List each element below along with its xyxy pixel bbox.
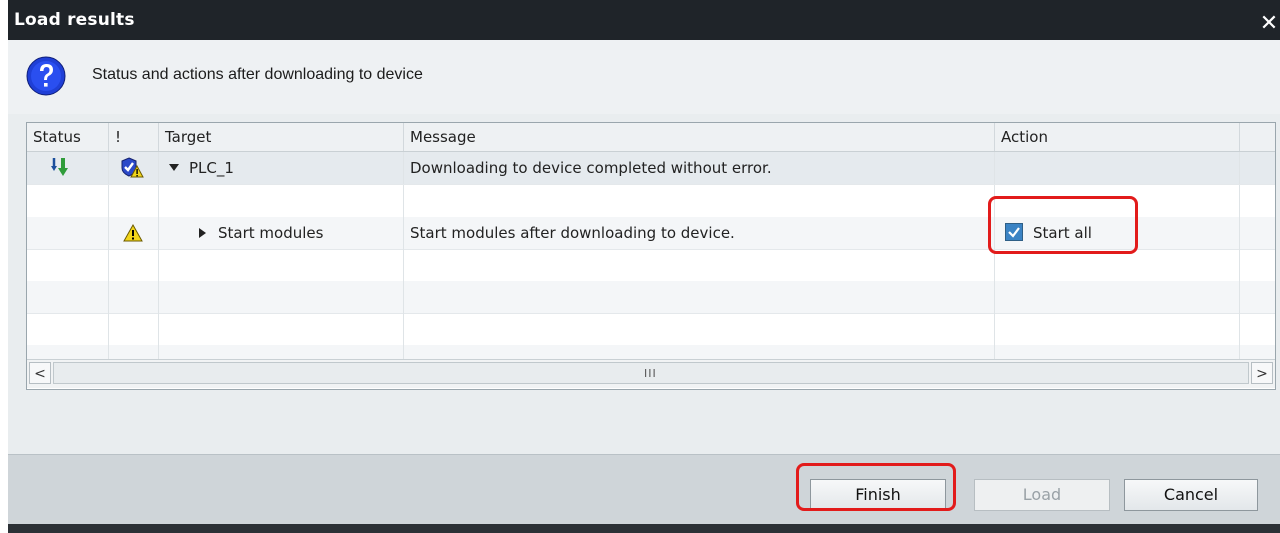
table-row[interactable] <box>27 345 1275 360</box>
status-cell <box>27 152 109 184</box>
table-row[interactable] <box>27 313 1275 346</box>
column-header-status[interactable]: Status <box>27 123 109 151</box>
table-row[interactable]: PLC_1 Downloading to device completed wi… <box>27 152 1275 185</box>
highlight-finish <box>796 463 956 511</box>
title-bar: Load results ✕ <box>8 0 1280 41</box>
target-cell[interactable]: Start modules <box>159 217 404 249</box>
scroll-right-icon[interactable]: > <box>1251 362 1273 384</box>
filler-cell <box>1240 185 1275 217</box>
dialog-footer: Finish Load Cancel <box>8 454 1280 525</box>
message-cell: Start modules after downloading to devic… <box>404 217 995 249</box>
flag-cell <box>109 185 159 217</box>
scroll-left-icon[interactable]: < <box>29 362 51 384</box>
flag-cell <box>109 152 159 184</box>
expand-arrow-icon[interactable] <box>199 227 206 238</box>
target-cell[interactable]: PLC_1 <box>159 152 404 184</box>
table-row[interactable] <box>27 281 1275 314</box>
highlight-start-all <box>988 196 1138 254</box>
check-warning-icon <box>121 157 144 178</box>
collapse-arrow-icon[interactable] <box>169 164 179 171</box>
target-label: PLC_1 <box>189 159 234 177</box>
warning-icon <box>123 224 143 242</box>
column-header-action[interactable]: Action <box>995 123 1240 151</box>
filler-cell <box>1240 152 1275 184</box>
dialog-title: Load results <box>14 10 135 30</box>
target-label: Start modules <box>218 224 324 242</box>
load-button[interactable]: Load <box>974 479 1110 511</box>
target-cell <box>159 185 404 217</box>
load-results-dialog: Load results ✕ Status and actions after … <box>8 0 1280 533</box>
scrollbar-grip: III <box>644 367 657 380</box>
horizontal-scrollbar[interactable]: < III > <box>27 359 1275 388</box>
status-cell <box>27 185 109 217</box>
table-header: Status ! Target Message Action <box>27 123 1275 152</box>
results-table: Status ! Target Message Action PLC_1 Dow… <box>26 122 1276 390</box>
download-arrow-icon <box>51 158 68 176</box>
bottom-edge <box>8 524 1280 533</box>
message-cell: Downloading to device completed without … <box>404 152 995 184</box>
scrollbar-thumb[interactable]: III <box>53 362 1249 384</box>
column-header-target[interactable]: Target <box>159 123 404 151</box>
dialog-subtitle: Status and actions after downloading to … <box>92 66 423 83</box>
question-icon <box>26 56 66 96</box>
column-header-flag[interactable]: ! <box>109 123 159 151</box>
status-cell <box>27 217 109 249</box>
column-header-message[interactable]: Message <box>404 123 995 151</box>
cancel-button[interactable]: Cancel <box>1124 479 1258 511</box>
action-cell <box>995 152 1240 184</box>
filler-cell <box>1240 217 1275 249</box>
flag-cell <box>109 217 159 249</box>
close-icon[interactable]: ✕ <box>1258 12 1280 36</box>
column-header-filler <box>1240 123 1275 151</box>
message-cell <box>404 185 995 217</box>
dialog-header: Status and actions after downloading to … <box>8 40 1280 114</box>
